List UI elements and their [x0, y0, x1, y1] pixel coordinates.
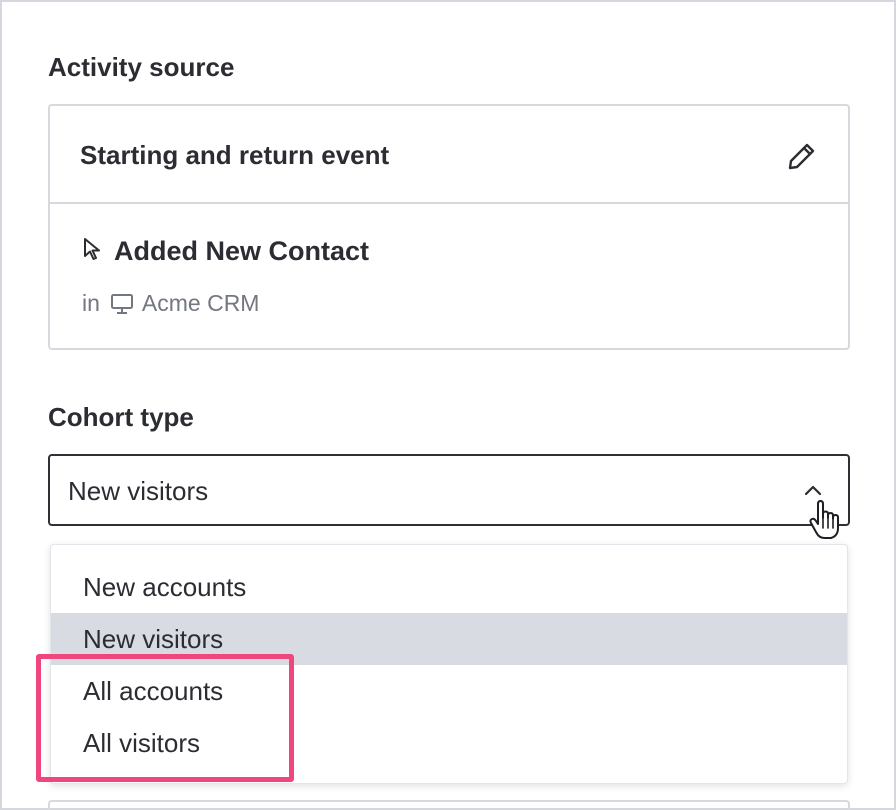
option-new-accounts[interactable]: New accounts	[51, 561, 847, 613]
activity-source-label: Activity source	[48, 52, 235, 82]
monitor-icon	[110, 293, 133, 314]
cursor-icon	[84, 237, 100, 260]
card-header: Starting and return event	[50, 106, 848, 204]
hand-pointer-icon	[809, 500, 839, 539]
option-all-visitors[interactable]: All visitors	[51, 717, 847, 769]
event-row: Added New Contact	[82, 236, 369, 267]
select-value: New visitors	[68, 476, 209, 506]
cohort-type-label: Cohort type	[48, 402, 194, 432]
event-source: in Acme CRM	[82, 290, 259, 317]
source-app-name: Acme CRM	[141, 290, 260, 316]
next-field-edge	[48, 800, 850, 810]
option-all-accounts[interactable]: All accounts	[51, 665, 847, 717]
cohort-type-select[interactable]: New visitors	[48, 454, 850, 526]
chevron-up-icon	[804, 485, 822, 496]
event-name: Added New Contact	[114, 236, 370, 266]
option-new-visitors[interactable]: New visitors	[51, 613, 847, 665]
cohort-type-dropdown: New accounts New visitors All accounts A…	[50, 544, 848, 784]
pencil-icon[interactable]	[786, 140, 818, 172]
card-title: Starting and return event	[80, 140, 390, 170]
activity-source-card: Starting and return event Added New Cont…	[48, 104, 850, 350]
source-prefix: in	[82, 290, 100, 316]
